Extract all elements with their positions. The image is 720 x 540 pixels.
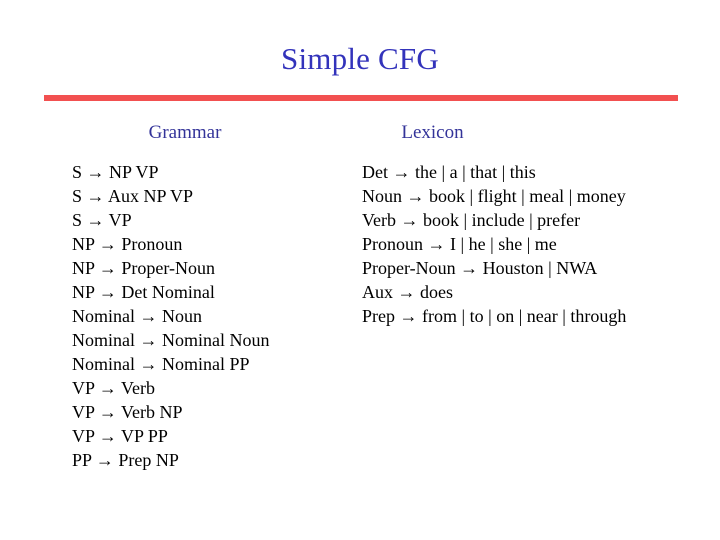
list-item: Det → the | a | that | this <box>362 162 536 182</box>
list-item: VP → VP PP <box>72 426 168 446</box>
list-item: VP → Verb <box>72 378 156 398</box>
list-item: Nominal → Nominal Noun <box>72 330 270 350</box>
list-item: Noun → book | flight | meal | money <box>362 186 626 206</box>
list-item: S → VP <box>72 210 132 230</box>
list-item: Prep → from | to | on | near | through <box>362 306 627 326</box>
lexicon-rule-list: Det → the | a | that | this Noun → book … <box>362 160 626 328</box>
list-item: NP → Det Nominal <box>72 282 215 302</box>
title-divider <box>44 95 678 101</box>
list-item: Verb → book | include | prefer <box>362 210 581 230</box>
slide-canvas: Simple CFG Grammar Lexicon S → NP VP S →… <box>0 0 720 540</box>
list-item: S → Aux NP VP <box>72 186 194 206</box>
list-item: Aux → does <box>362 282 453 302</box>
list-item: Proper-Noun → Houston | NWA <box>362 258 598 278</box>
grammar-column-header: Grammar <box>148 122 222 143</box>
list-item: PP → Prep NP <box>72 450 179 470</box>
list-item: NP → Pronoun <box>72 234 183 254</box>
list-item: S → NP VP <box>72 162 159 182</box>
list-item: Nominal → Noun <box>72 306 202 326</box>
grammar-rule-list: S → NP VP S → Aux NP VP S → VP NP → Pron… <box>72 160 269 472</box>
list-item: VP → Verb NP <box>72 402 183 422</box>
list-item: Pronoun → I | he | she | me <box>362 234 557 254</box>
list-item: NP → Proper-Noun <box>72 258 215 278</box>
lexicon-column-header: Lexicon <box>401 122 464 143</box>
page-title: Simple CFG <box>281 41 439 76</box>
list-item: Nominal → Nominal PP <box>72 354 250 374</box>
